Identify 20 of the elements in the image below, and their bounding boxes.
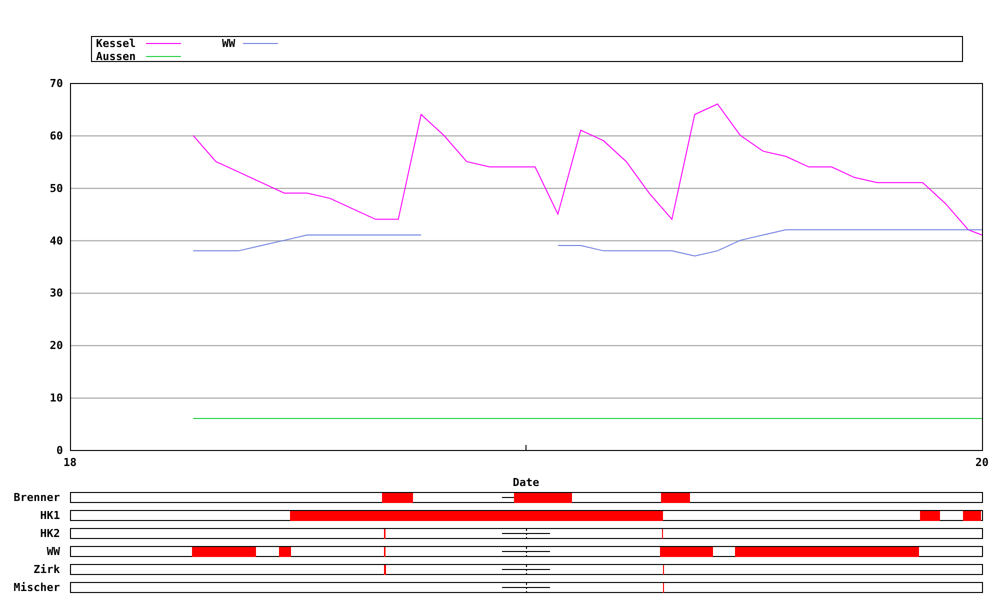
y-tick-label: 30 [50, 286, 63, 300]
y-tick-label: 20 [50, 339, 63, 352]
status-row-label: WW [46, 545, 60, 558]
y-tick-label: 10 [50, 392, 63, 405]
x-tick-label: 18 [63, 456, 77, 469]
status-row-label: HK1 [40, 509, 60, 522]
legend-label: WW [222, 37, 236, 50]
y-tick-label: 40 [50, 234, 63, 248]
y-tick-label: 0 [56, 444, 63, 457]
x-axis-label: Date [512, 476, 540, 489]
status-row-label: HK2 [40, 527, 60, 540]
status-row-label: Brenner [14, 491, 60, 504]
y-tick-label: 70 [50, 77, 63, 90]
y-tick-label: 60 [50, 129, 63, 142]
legend-label: Aussen [96, 50, 136, 63]
legend-label: Kessel [96, 37, 136, 50]
x-tick-label: 20 [975, 456, 989, 469]
status-row-label: Zirk [34, 563, 60, 576]
y-tick-label: 50 [50, 182, 63, 195]
status-row-label: Mischer [14, 581, 60, 594]
